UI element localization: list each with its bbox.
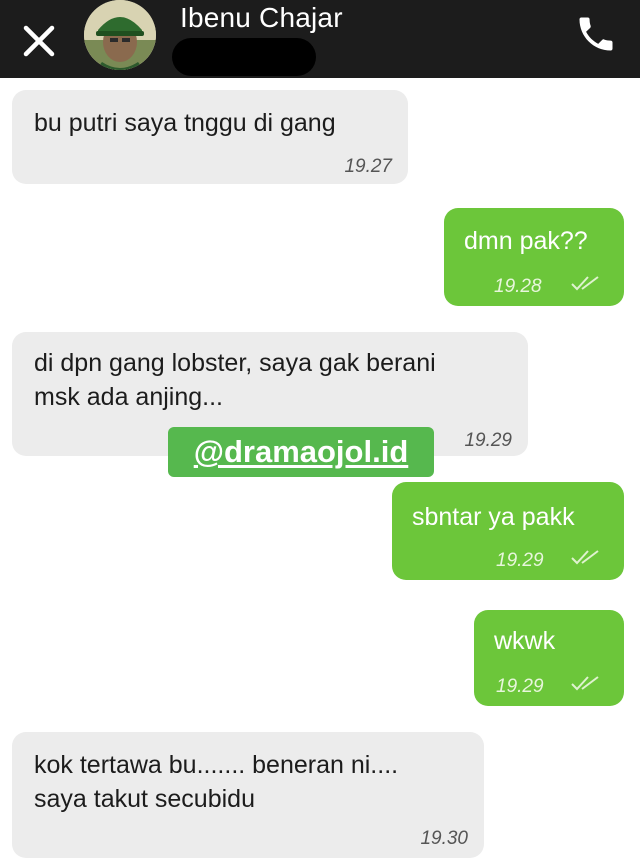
message-time: 19.30 — [420, 828, 468, 849]
contact-name[interactable]: Ibenu Chajar — [180, 2, 343, 34]
double-check-icon — [571, 550, 599, 565]
message-time: 19.28 — [494, 276, 542, 297]
call-button[interactable] — [574, 12, 618, 56]
avatar-photo-icon — [84, 0, 156, 70]
message-text: di dpn gang lobster, saya gak berani msk… — [34, 349, 436, 411]
message-time: 19.29 — [496, 550, 544, 571]
double-check-icon — [571, 276, 599, 291]
phone-icon — [579, 17, 613, 51]
double-check-icon — [571, 676, 599, 691]
message-bubble-outgoing[interactable]: dmn pak?? 19.28 — [444, 208, 624, 306]
message-time: 19.29 — [496, 676, 544, 697]
watermark-label: @dramaojol.id — [168, 427, 434, 477]
message-bubble-outgoing[interactable]: sbntar ya pakk 19.29 — [392, 482, 624, 580]
message-bubble-incoming[interactable]: kok tertawa bu....... beneran ni.... say… — [12, 732, 484, 858]
message-time: 19.29 — [464, 430, 512, 451]
close-button[interactable] — [18, 18, 62, 62]
message-text: dmn pak?? — [464, 227, 588, 255]
watermark-text: @dramaojol.id — [193, 434, 409, 469]
message-bubble-incoming[interactable]: bu putri saya tnggu di gang 19.27 — [12, 90, 408, 184]
message-time: 19.27 — [344, 156, 392, 177]
message-text: sbntar ya pakk — [412, 503, 575, 531]
message-text: wkwk — [494, 627, 556, 655]
contact-avatar[interactable] — [84, 0, 156, 70]
redacted-status-blob — [172, 38, 316, 76]
close-icon — [23, 25, 55, 57]
chat-header: Ibenu Chajar — [0, 0, 640, 78]
message-text: bu putri saya tnggu di gang — [34, 109, 336, 137]
message-bubble-outgoing[interactable]: wkwk 19.29 — [474, 610, 624, 706]
message-text: kok tertawa bu....... beneran ni.... say… — [34, 751, 399, 813]
